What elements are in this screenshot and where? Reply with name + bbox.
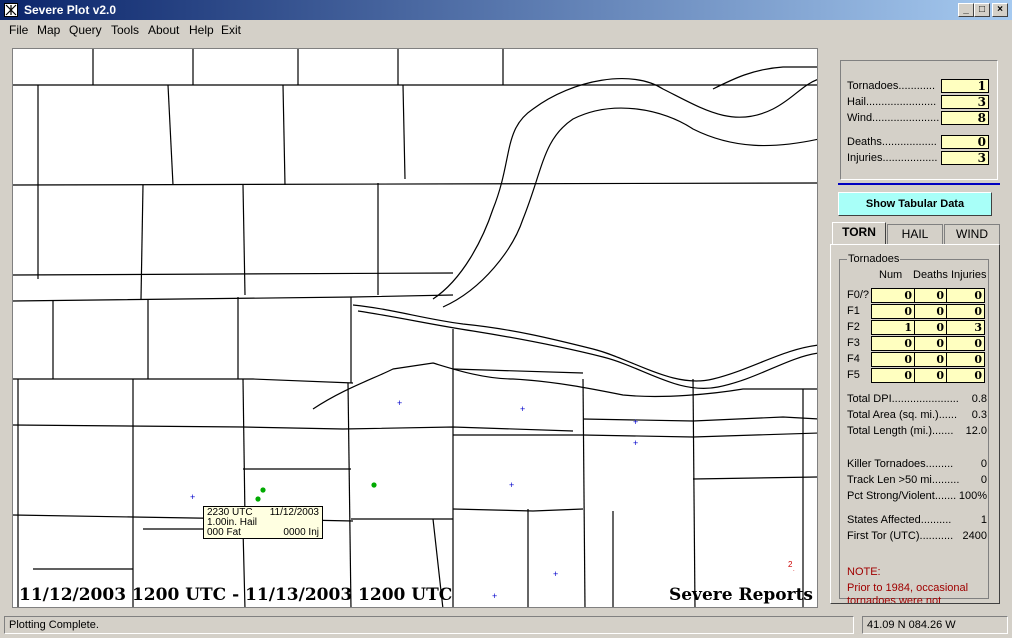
stat-killer-tornadoes: Killer Tornadoes......... 0 xyxy=(847,458,987,470)
svg-text:+: + xyxy=(509,480,514,490)
county-map: + + + + + + + + 2 . xyxy=(13,49,817,607)
tornado-report-marker: 2 . xyxy=(788,560,795,573)
coordinates-readout: 41.09 N 084.26 W xyxy=(862,616,1008,634)
injuries-count: 3 xyxy=(941,151,989,165)
stat-states-affected: States Affected.......... 1 xyxy=(847,514,987,526)
tab-torn[interactable]: TORN xyxy=(832,222,886,244)
stat-first-tor: First Tor (UTC)........... 2400 xyxy=(847,530,987,542)
deaths-column-header: Deaths xyxy=(913,269,948,281)
stat-pct-strong: Pct Strong/Violent....... 100% xyxy=(847,490,987,502)
deaths-count: 0 xyxy=(941,135,989,149)
wind-summary: Wind...................... 8 xyxy=(847,111,989,126)
hail-count: 3 xyxy=(941,95,989,109)
menu-map[interactable]: Map xyxy=(37,23,60,37)
tab-hail[interactable]: HAIL xyxy=(887,224,943,244)
svg-text:+: + xyxy=(520,404,525,414)
stat-total-length: Total Length (mi.)....... 12.0 xyxy=(847,425,987,437)
tooltip-injuries: 0000 Inj xyxy=(283,527,319,538)
note-title: NOTE: xyxy=(847,566,881,578)
divider xyxy=(838,183,1000,185)
app-icon[interactable] xyxy=(4,3,18,17)
svg-text:+: + xyxy=(190,492,195,502)
tornadoes-count: 1 xyxy=(941,79,989,93)
svg-text:+: + xyxy=(492,591,497,601)
close-button[interactable]: × xyxy=(992,3,1008,17)
maximize-button[interactable]: □ xyxy=(974,3,990,17)
report-tabs: TORN HAIL WIND xyxy=(830,222,1000,244)
note-text: Prior to 1984, occasional tornadoes were… xyxy=(847,582,969,604)
svg-text:+: + xyxy=(397,398,402,408)
tornadoes-summary: Tornadoes............ 1 xyxy=(847,79,989,94)
wind-count: 8 xyxy=(941,111,989,125)
summary-box: Tornadoes............ 1 Hail.............… xyxy=(840,60,998,180)
menu-query[interactable]: Query xyxy=(69,23,102,37)
num-column-header: Num xyxy=(879,269,903,281)
torn-tab-panel: Tornadoes Num Deaths Injuries F0/? 0 0 0… xyxy=(830,244,1000,604)
window-title: Severe Plot v2.0 xyxy=(24,3,117,17)
report-tooltip: 2230 UTC 11/12/2003 1.00in. Hail 000 Fat 0… xyxy=(203,506,323,539)
injuries-column-header: Injuries xyxy=(951,269,987,281)
minimize-button[interactable]: _ xyxy=(958,3,974,17)
menu-file[interactable]: File xyxy=(9,23,28,37)
menu-help[interactable]: Help xyxy=(189,23,214,37)
stat-track-length: Track Len >50 mi......... 0 xyxy=(847,474,987,486)
menu-exit[interactable]: Exit xyxy=(221,23,241,37)
status-message: Plotting Complete. xyxy=(4,616,854,634)
date-range-caption: 11/12/2003 1200 UTC - 11/13/2003 1200 UT… xyxy=(19,585,453,605)
status-bar: Plotting Complete. 41.09 N 084.26 W xyxy=(0,614,1012,638)
svg-text:+: + xyxy=(633,417,638,427)
severe-reports-caption: Severe Reports xyxy=(668,585,813,605)
menu-tools[interactable]: Tools xyxy=(111,23,139,37)
svg-text:+: + xyxy=(553,569,558,579)
tornadoes-group-title: Tornadoes xyxy=(847,253,901,265)
stat-total-dpi: Total DPI...................... 0.8 xyxy=(847,393,987,405)
deaths-summary: Deaths.................. 0 xyxy=(847,135,989,150)
tab-wind[interactable]: WIND xyxy=(944,224,1000,244)
menu-bar: File Map Query Tools About Help Exit xyxy=(0,20,1012,40)
svg-text:+: + xyxy=(633,438,638,448)
right-panel: Tornadoes............ 1 Hail.............… xyxy=(830,54,1000,604)
stat-total-area: Total Area (sq. mi.)...... 0.3 xyxy=(847,409,987,421)
svg-text:.: . xyxy=(793,567,795,573)
hail-report-markers xyxy=(255,482,377,502)
hail-summary: Hail....................... 3 xyxy=(847,95,989,110)
injuries-summary: Injuries.................. 3 xyxy=(847,151,989,166)
map-view[interactable]: + + + + + + + + 2 . 2230 UTC 11/12/2003 1… xyxy=(12,48,818,608)
menu-about[interactable]: About xyxy=(148,23,179,37)
title-bar: Severe Plot v2.0 _ □ × xyxy=(0,0,1012,20)
tooltip-fatalities: 000 Fat xyxy=(207,527,241,538)
show-tabular-data-button[interactable]: Show Tabular Data xyxy=(838,192,992,216)
tooltip-date: 11/12/2003 xyxy=(269,507,319,518)
